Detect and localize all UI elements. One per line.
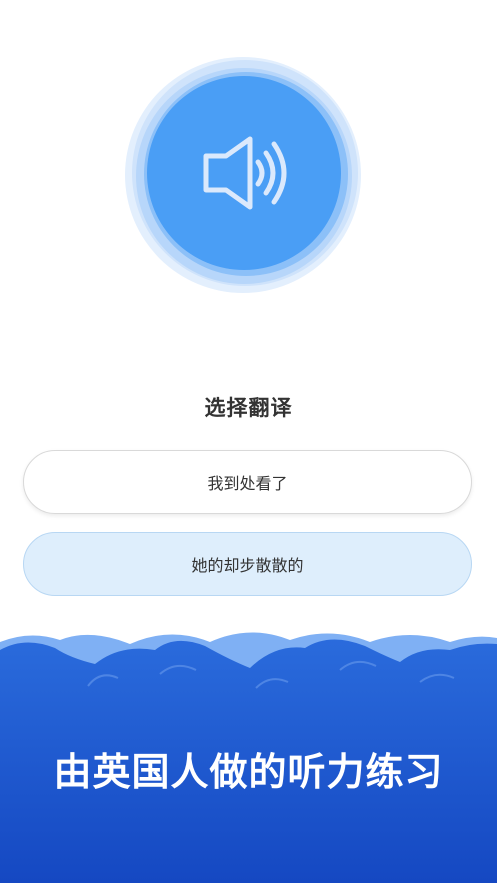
question-title: 选择翻译 [204,396,293,420]
answer-option-1[interactable]: 我到处看了 [23,450,472,514]
banner-title: 由英国人做的听力练习 [53,750,444,794]
play-audio-button[interactable] [120,55,370,300]
screen: 选择翻译 我到处看了 她的却步散散的 由英国人做的听力练习 [0,0,497,883]
answer-option-1-label: 我到处看了 [207,474,288,493]
answer-option-2-label: 她的却步散散的 [191,556,304,575]
answer-option-2[interactable]: 她的却步散散的 [23,532,472,596]
